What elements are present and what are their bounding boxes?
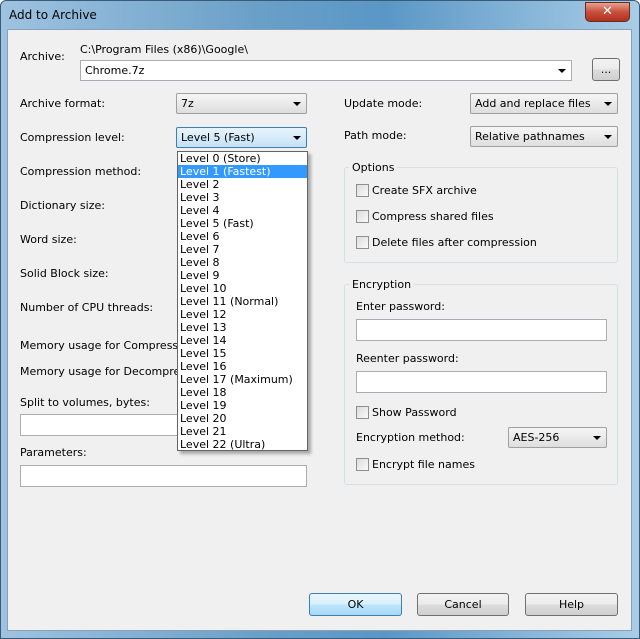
path-mode-value: Relative pathnames	[475, 130, 585, 143]
delete-after-checkbox[interactable]	[356, 236, 369, 249]
update-mode-combo[interactable]: Add and replace files	[470, 93, 618, 114]
update-mode-label: Update mode:	[344, 97, 423, 110]
encrypt-names-label: Encrypt file names	[372, 458, 475, 471]
mem-compress-label: Memory usage for Compressing:	[20, 339, 199, 352]
ok-button[interactable]: OK	[309, 593, 402, 616]
encryption-method-combo[interactable]: AES-256	[508, 427, 607, 448]
archive-format-label: Archive format:	[20, 97, 106, 110]
parameters-label: Parameters:	[20, 446, 87, 459]
show-password-checkbox[interactable]	[356, 406, 369, 419]
dropdown-option[interactable]: Level 3	[178, 191, 307, 204]
browse-button[interactable]: ...	[592, 58, 620, 81]
dropdown-option[interactable]: Level 0 (Store)	[178, 152, 307, 165]
solid-block-size-label: Solid Block size:	[20, 267, 109, 280]
archive-path: C:\Program Files (x86)\Google\	[80, 43, 248, 56]
dropdown-option[interactable]: Level 12	[178, 308, 307, 321]
dropdown-option[interactable]: Level 4	[178, 204, 307, 217]
chevron-down-icon	[558, 69, 566, 73]
dropdown-option[interactable]: Level 22 (Ultra)	[178, 438, 307, 451]
compression-level-label: Compression level:	[20, 131, 125, 144]
dropdown-option[interactable]: Level 1 (Fastest)	[178, 165, 307, 178]
encryption-method-value: AES-256	[513, 431, 560, 444]
dropdown-option[interactable]: Level 21	[178, 425, 307, 438]
dropdown-option[interactable]: Level 19	[178, 399, 307, 412]
create-sfx-checkbox[interactable]	[356, 184, 369, 197]
compress-shared-label: Compress shared files	[372, 210, 494, 223]
dropdown-option[interactable]: Level 2	[178, 178, 307, 191]
help-button[interactable]: Help	[525, 593, 618, 616]
archive-label: Archive:	[20, 50, 65, 63]
compression-level-value: Level 5 (Fast)	[181, 131, 255, 144]
enter-password-input[interactable]	[356, 319, 607, 341]
close-icon: ✕	[602, 4, 613, 19]
archive-name-combo[interactable]: Chrome.7z	[80, 60, 572, 81]
archive-name-value: Chrome.7z	[85, 64, 145, 77]
dropdown-option[interactable]: Level 20	[178, 412, 307, 425]
dropdown-option[interactable]: Level 6	[178, 230, 307, 243]
dropdown-option[interactable]: Level 17 (Maximum)	[178, 373, 307, 386]
reenter-password-label: Reenter password:	[356, 352, 459, 365]
dropdown-option[interactable]: Level 8	[178, 256, 307, 269]
dropdown-option[interactable]: Level 16	[178, 360, 307, 373]
encrypt-names-checkbox[interactable]	[356, 458, 369, 471]
path-mode-label: Path mode:	[344, 129, 407, 142]
dropdown-option[interactable]: Level 18	[178, 386, 307, 399]
archive-format-combo[interactable]: 7z	[176, 93, 307, 114]
dropdown-option[interactable]: Level 9	[178, 269, 307, 282]
dropdown-option[interactable]: Level 10	[178, 282, 307, 295]
update-mode-value: Add and replace files	[475, 97, 591, 110]
compression-level-dropdown: Level 0 (Store) Level 1 (Fastest) Level 2L…	[177, 151, 308, 451]
split-volumes-label: Split to volumes, bytes:	[20, 396, 150, 409]
chevron-down-icon	[293, 102, 301, 106]
encryption-title: Encryption	[349, 278, 415, 291]
show-password-label: Show Password	[372, 406, 457, 419]
window-title: Add to Archive	[9, 8, 97, 22]
dropdown-option[interactable]: Level 7	[178, 243, 307, 256]
encryption-method-label: Encryption method:	[356, 431, 465, 444]
path-mode-combo[interactable]: Relative pathnames	[470, 126, 618, 147]
compression-level-combo[interactable]: Level 5 (Fast)	[176, 127, 307, 148]
archive-format-value: 7z	[181, 97, 194, 110]
dropdown-option[interactable]: Level 15	[178, 347, 307, 360]
delete-after-label: Delete files after compression	[372, 236, 537, 249]
dropdown-option[interactable]: Level 11 (Normal)	[178, 295, 307, 308]
reenter-password-input[interactable]	[356, 371, 607, 393]
create-sfx-label: Create SFX archive	[372, 184, 477, 197]
dropdown-option[interactable]: Level 5 (Fast)	[178, 217, 307, 230]
cpu-threads-label: Number of CPU threads:	[20, 301, 154, 314]
close-button[interactable]: ✕	[585, 2, 630, 22]
compress-shared-checkbox[interactable]	[356, 210, 369, 223]
cancel-button[interactable]: Cancel	[417, 593, 509, 616]
options-title: Options	[349, 161, 398, 174]
word-size-label: Word size:	[20, 233, 77, 246]
enter-password-label: Enter password:	[356, 300, 445, 313]
chevron-down-icon	[593, 436, 601, 440]
parameters-input[interactable]	[20, 465, 307, 487]
chevron-down-icon	[604, 102, 612, 106]
compression-method-label: Compression method:	[20, 165, 142, 178]
chevron-down-icon	[293, 136, 301, 140]
chevron-down-icon	[604, 135, 612, 139]
dropdown-option[interactable]: Level 13	[178, 321, 307, 334]
dictionary-size-label: Dictionary size:	[20, 199, 105, 212]
dropdown-option[interactable]: Level 14	[178, 334, 307, 347]
